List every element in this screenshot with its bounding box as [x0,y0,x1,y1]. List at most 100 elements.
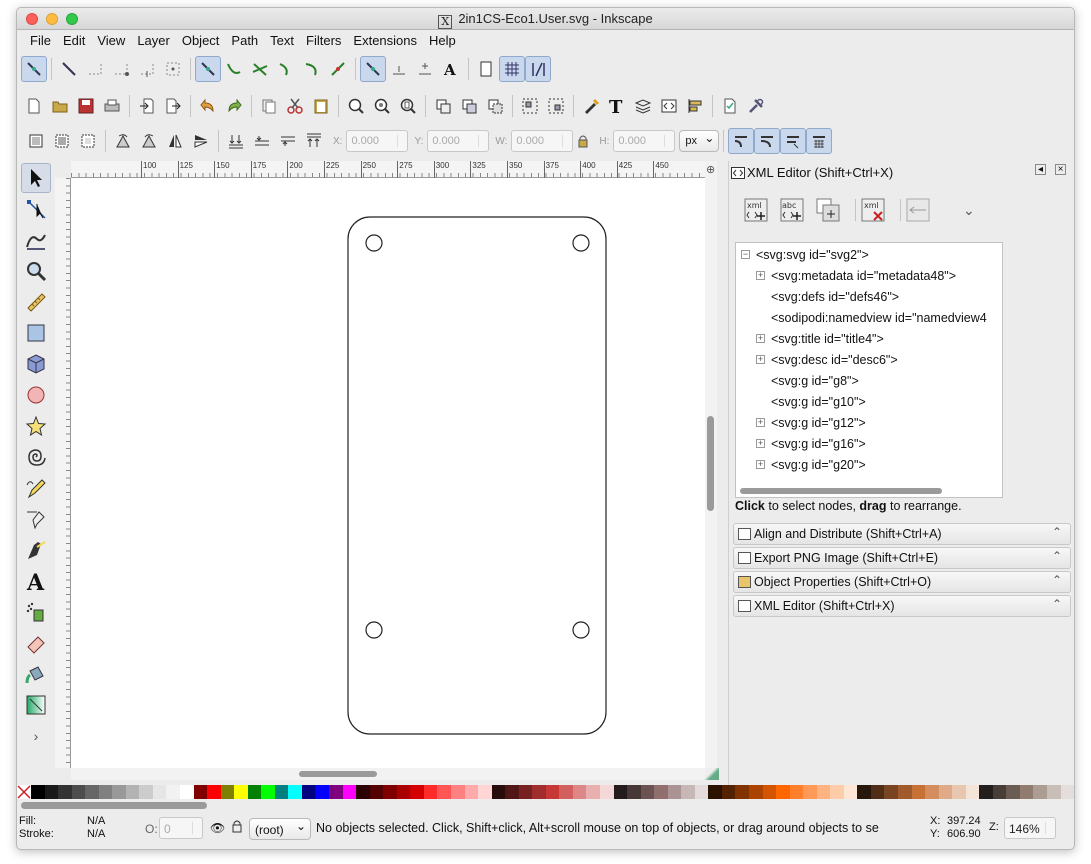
palette-swatch[interactable] [220,785,235,799]
move-gradients-button[interactable] [780,128,807,154]
ellipse-tool[interactable] [21,380,51,410]
menu-layer[interactable]: Layer [131,30,176,52]
duplicate-node-button[interactable] [815,197,841,223]
current-layer-select[interactable]: (root) [249,818,311,840]
lower-bottom-button[interactable] [223,128,249,154]
export-button[interactable] [160,93,186,119]
palette-swatch[interactable] [694,785,709,799]
palette-swatch[interactable] [884,785,898,799]
object-properties-panel-tab[interactable]: Object Properties (Shift+Ctrl+O) ⌃ [733,571,1071,593]
palette-swatch[interactable] [735,785,749,799]
xml-tree-node[interactable]: <svg:defs id="defs46"> [736,287,1002,308]
snap-others-button[interactable] [360,56,386,82]
menu-edit[interactable]: Edit [57,30,91,52]
palette-swatch[interactable] [830,785,844,799]
palette-swatch[interactable] [505,785,519,799]
layer-visibility-icon[interactable]: 👁 [210,821,225,835]
palette-swatch[interactable] [1033,785,1048,799]
xml-tree-node[interactable]: + <svg:desc id="desc6"> [736,350,1002,371]
palette-swatch[interactable] [640,785,655,799]
star-tool[interactable] [21,411,51,441]
palette-swatch[interactable] [911,785,926,799]
palette-swatch[interactable] [112,785,126,799]
palette-swatch[interactable] [315,785,330,799]
copy-button[interactable] [256,93,282,119]
panel-iconify-icon[interactable]: ◂ [1035,164,1046,175]
menu-object[interactable]: Object [176,30,226,52]
zoom-corner-icon[interactable]: ⊕ [706,163,715,176]
select-all-layers-button[interactable] [49,128,75,154]
open-button[interactable] [47,93,73,119]
expand-node-icon[interactable]: + [756,418,765,427]
new-document-button[interactable] [21,93,47,119]
xml-node-tree[interactable]: − <svg:svg id="svg2"> + <svg:metadata id="m… [735,242,1003,498]
palette-swatch[interactable] [44,785,59,799]
unlink-clone-button[interactable] [482,93,508,119]
palette-swatch[interactable] [396,785,411,799]
fill-stroke-button[interactable] [578,93,604,119]
scale-stroke-button[interactable] [728,128,755,154]
flip-vertical-button[interactable] [188,128,214,154]
ungroup-button[interactable] [543,93,569,119]
menu-file[interactable]: File [24,30,57,52]
palette-swatch[interactable] [545,785,560,799]
rotate-cw-button[interactable] [136,128,162,154]
palette-swatch[interactable] [721,785,736,799]
palette-swatch[interactable] [234,785,248,799]
snap-grids-button[interactable] [499,56,525,82]
opacity-input[interactable]: 0 [159,817,203,839]
palette-swatch[interactable] [816,785,831,799]
snap-cusp-nodes-button[interactable] [273,56,299,82]
snap-paths-button[interactable] [221,56,247,82]
palette-swatch[interactable] [979,785,993,799]
unindent-node-button[interactable] [905,197,931,223]
palette-swatch[interactable] [1047,785,1061,799]
align-distribute-button[interactable] [682,93,708,119]
snap-center-button[interactable] [386,56,412,82]
palette-swatch[interactable] [98,785,113,799]
zoom-selection-button[interactable] [343,93,369,119]
palette-swatch[interactable] [708,785,722,799]
rotate-ccw-button[interactable] [110,128,136,154]
palette-swatch[interactable] [369,785,384,799]
expand-node-icon[interactable]: + [756,355,765,364]
palette-swatch[interactable] [423,785,438,799]
palette-swatch[interactable] [952,785,966,799]
board-outline[interactable] [347,216,607,735]
palette-scrollbar[interactable] [17,799,1074,811]
tweak-tool[interactable] [21,225,51,255]
snap-intersections-button[interactable] [247,56,273,82]
new-text-node-button[interactable]: abc [779,197,805,223]
palette-swatch[interactable] [965,785,980,799]
expand-node-icon[interactable]: + [756,460,765,469]
palette-swatch[interactable] [207,785,221,799]
palette-swatch[interactable] [329,785,343,799]
xml-tree-node[interactable]: + <svg:title id="title4"> [736,329,1002,350]
scale-corners-button[interactable] [754,128,781,154]
snap-nodes-button[interactable] [195,56,221,82]
xml-tree-node[interactable]: + <svg:g id="g20"> [736,455,1002,476]
snap-text-baseline-button[interactable]: A [438,56,464,82]
spiral-tool[interactable] [21,442,51,472]
no-paint-swatch[interactable] [17,785,31,799]
zoom-page-button[interactable] [395,93,421,119]
raise-button[interactable] [275,128,301,154]
palette-swatch[interactable] [532,785,546,799]
cut-button[interactable] [282,93,308,119]
gradient-tool[interactable] [21,690,51,720]
palette-swatch[interactable] [518,785,533,799]
palette-swatch[interactable] [572,785,587,799]
palette-scroll-thumb[interactable] [21,802,207,809]
3d-box-tool[interactable] [21,349,51,379]
xml-tree-node[interactable]: + <svg:g id="g12"> [736,413,1002,434]
raise-top-button[interactable] [301,128,327,154]
layers-button[interactable] [630,93,656,119]
snap-enable-button[interactable] [21,56,47,82]
eraser-tool[interactable] [21,628,51,658]
paste-button[interactable] [308,93,334,119]
xml-tree-node[interactable]: + <svg:g id="g16"> [736,434,1002,455]
fill-value[interactable]: N/A [87,815,105,827]
stroke-value[interactable]: N/A [87,828,105,840]
palette-swatch[interactable] [410,785,424,799]
w-input[interactable]: 0.000 [511,130,574,152]
